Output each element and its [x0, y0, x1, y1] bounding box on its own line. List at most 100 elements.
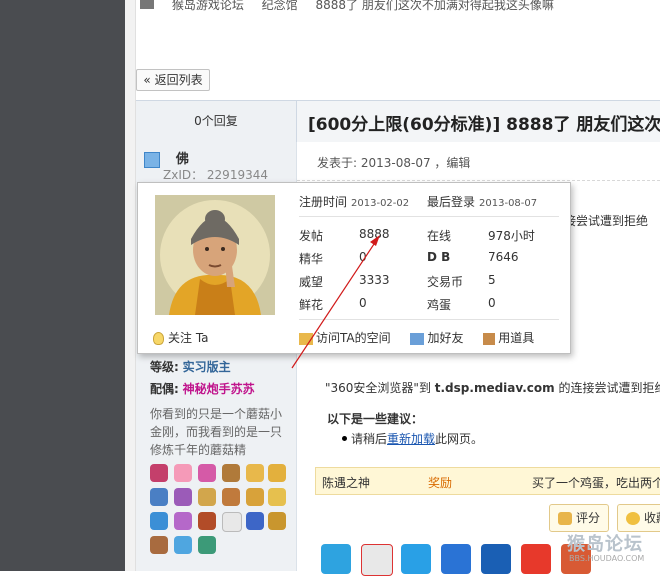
medal-icon[interactable] [198, 464, 216, 482]
home-icon[interactable] [140, 0, 154, 9]
author-zxid: ZxID： 22919344 [163, 168, 268, 182]
user-stats: 注册时间 2013-02-02 最后登录 2013-08-07 发帖 8888 在线… [299, 193, 559, 312]
stat-label: D B [427, 250, 451, 264]
medal-icon[interactable] [174, 536, 192, 554]
suggest-prefix: 请稍后 [351, 432, 388, 446]
stat-label: 在线 [427, 229, 452, 243]
share-tianya-icon[interactable] [521, 544, 551, 574]
medal-icon[interactable] [222, 464, 240, 482]
medal-icon[interactable] [268, 464, 286, 482]
watermark-main: 猴岛论坛 [567, 534, 643, 555]
login-date: 2013-08-07 [479, 198, 538, 209]
add-friend-icon [410, 332, 425, 345]
last-login: 最后登录 2013-08-07 [427, 193, 537, 210]
medal-icon[interactable] [268, 488, 286, 506]
mate-label: 配偶: [150, 382, 179, 396]
log-user[interactable]: 陈遇之神 [322, 474, 370, 491]
level-label: 等级: [150, 360, 179, 374]
error-quote: "360安全浏览器"到 t.dsp.mediav.com 的连接尝试遭到拒绝 [325, 379, 660, 396]
login-label: 最后登录 [427, 195, 476, 209]
medal-icon[interactable] [150, 512, 168, 530]
error-quote-suffix: 的连接尝试遭到拒绝 [554, 381, 660, 395]
medal-icon[interactable] [198, 488, 216, 506]
add-friend-label: 加好友 [427, 331, 464, 345]
stats-divider [299, 216, 559, 217]
log-type: 奖励 [428, 476, 453, 490]
suggest-title: 以下是一些建议： [327, 412, 424, 426]
error-quote-host: t.dsp.mediav.com [434, 381, 555, 395]
bulb-icon [153, 332, 164, 345]
medal-icon[interactable] [222, 512, 242, 532]
star-icon [626, 512, 640, 525]
share-weibo-icon[interactable] [361, 544, 393, 576]
medal-icon[interactable] [246, 512, 264, 530]
reload-link[interactable]: 重新加载 [387, 432, 435, 446]
add-friend-link[interactable]: 加好友 [410, 331, 463, 345]
post-meta: 发表于: 2013-08-07 ，编辑 [317, 156, 471, 170]
thread-header: 0个回复 [600分上限(60分标准)] 8888了 朋友们这次不 [136, 100, 660, 143]
share-qzone-icon[interactable] [321, 544, 351, 574]
user-dates: 注册时间 2013-02-02 最后登录 2013-08-07 [299, 193, 559, 215]
stat-value: 0 [488, 296, 496, 310]
page-left-gutter [0, 0, 125, 571]
use-item-label: 用道具 [498, 331, 535, 345]
stat-label: 交易币 [427, 275, 464, 289]
annotation-arrow [291, 235, 380, 369]
stat-label: 鸡蛋 [427, 298, 452, 312]
breadcrumb: 猴岛游戏论坛 纪念馆 8888了 朋友们这次不加满对得起我这头像嘛 [136, 0, 660, 14]
medal-icon[interactable] [150, 536, 168, 554]
author-mate: 配偶: 神秘炮手苏苏 [150, 380, 255, 397]
medal-icon[interactable] [198, 536, 216, 554]
bullet-icon [342, 436, 347, 441]
share-renren-icon[interactable] [481, 544, 511, 574]
suggest-item: 请稍后重新加载此网页。 [351, 430, 483, 447]
reg-label: 注册时间 [299, 195, 348, 209]
stat-value: 978小时 [488, 229, 535, 243]
medal-icon[interactable] [174, 488, 192, 506]
medal-icon[interactable] [150, 464, 168, 482]
post-divider [297, 180, 660, 181]
log-desc: 买了一个鸡蛋，吃出两个 [532, 476, 660, 490]
thread-title: [600分上限(60分标准)] 8888了 朋友们这次不 [308, 115, 660, 135]
stat-value: 5 [488, 273, 496, 287]
author-name[interactable]: 佛 [176, 152, 189, 167]
blocked-content-snippet: 接尝试遭到拒绝 [564, 214, 649, 228]
medal-icon[interactable] [246, 464, 264, 482]
follow-button[interactable]: 关注 Ta [153, 329, 209, 346]
share-qq-icon[interactable] [401, 544, 431, 574]
author-signature: 你看到的只是一个蘑菇小金刚，而我看到的是一只修炼千年的蘑菇精 [150, 407, 283, 457]
medal-icon[interactable] [246, 488, 264, 506]
author-level: 等级: 实习版主 [150, 358, 231, 375]
back-to-list-button[interactable]: « 返回列表 [136, 69, 210, 91]
rate-button[interactable]: 评分 [549, 504, 609, 532]
share-tieba-icon[interactable] [441, 544, 471, 574]
favorite-button[interactable]: 收藏 [617, 504, 660, 532]
user-avatar[interactable] [155, 195, 275, 315]
error-quote-prefix: "360安全浏览器"到 [325, 381, 435, 395]
medal-icon[interactable] [174, 464, 192, 482]
wand-icon [483, 332, 496, 345]
use-item-link[interactable]: 用道具 [483, 331, 534, 345]
stat-value: 7646 [488, 250, 519, 264]
mate-value[interactable]: 神秘炮手苏苏 [183, 382, 255, 396]
level-value[interactable]: 实习版主 [183, 360, 231, 374]
medal-icon[interactable] [222, 488, 240, 506]
suggest-suffix: 此网页。 [435, 432, 484, 446]
breadcrumb-forum[interactable]: 猴岛游戏论坛 [172, 0, 244, 13]
breadcrumb-board[interactable]: 纪念馆 [262, 0, 298, 13]
thumbs-up-icon [558, 512, 572, 525]
medal-icon[interactable] [198, 512, 216, 530]
online-status-icon [144, 151, 160, 168]
rate-label: 评分 [576, 511, 601, 525]
rate-log-row: 陈遇之神 奖励 买了一个鸡蛋，吃出两个 [315, 467, 660, 495]
site-watermark: 猴岛论坛 BBS.HOUDAO.COM [567, 530, 644, 563]
reg-time: 注册时间 2013-02-02 [299, 193, 409, 210]
breadcrumb-thread[interactable]: 8888了 朋友们这次不加满对得起我这头像嘛 [316, 0, 554, 13]
medal-icon[interactable] [150, 488, 168, 506]
medal-icon[interactable] [268, 512, 286, 530]
watermark-sub: BBS.HOUDAO.COM [569, 554, 645, 563]
page-left-edge [125, 0, 136, 571]
medal-icon[interactable] [174, 512, 192, 530]
author-name-row: 佛 [144, 148, 189, 168]
follow-label: 关注 Ta [168, 331, 209, 345]
